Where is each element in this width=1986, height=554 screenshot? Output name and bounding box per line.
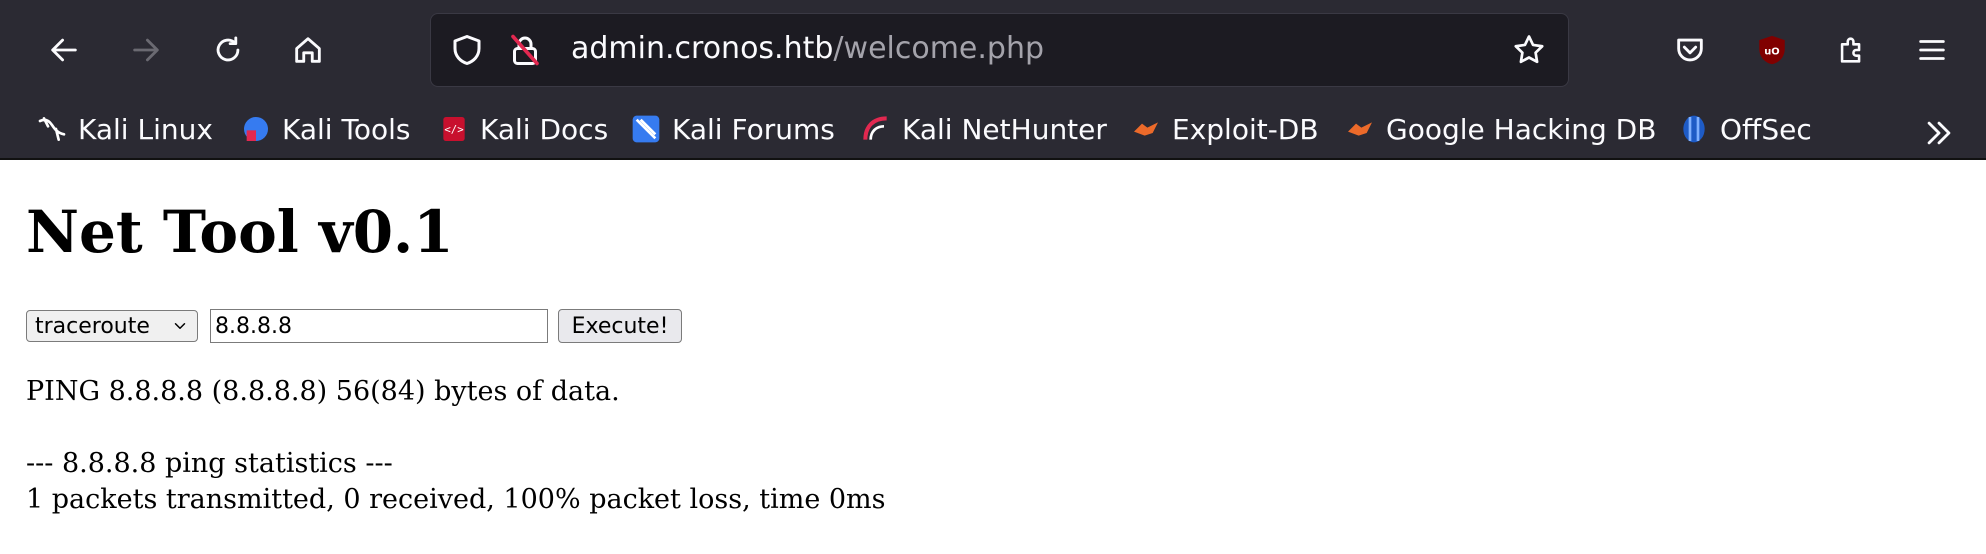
kali-forums-icon [632, 115, 660, 143]
url-path: /welcome.php [833, 31, 1045, 66]
back-button[interactable] [36, 22, 92, 78]
page-content: Net Tool v0.1 traceroute Execute! PING 8… [0, 158, 1986, 554]
bookmark-kali-docs[interactable]: </> Kali Docs [438, 108, 608, 150]
insecure-lock-icon[interactable] [507, 32, 543, 68]
command-select[interactable]: traceroute [26, 310, 198, 342]
offsec-icon [1683, 115, 1705, 143]
ublock-button[interactable]: uO [1744, 22, 1800, 78]
execute-button[interactable]: Execute! [558, 309, 682, 343]
url-host: admin.cronos.htb [571, 31, 834, 66]
bookmark-kali-nethunter[interactable]: Kali NetHunter [860, 108, 1107, 150]
svg-text:uO: uO [1764, 46, 1779, 57]
bookmark-label: OffSec [1720, 112, 1812, 146]
reload-button[interactable] [200, 22, 256, 78]
output-line: --- 8.8.8.8 ping statistics --- [26, 448, 393, 479]
bookmark-label: Kali NetHunter [902, 112, 1107, 146]
bookmarks-overflow-button[interactable] [1922, 112, 1956, 154]
kali-dragon-icon [38, 117, 66, 141]
ublock-origin-icon: uO [1759, 35, 1785, 65]
forward-button[interactable] [118, 22, 174, 78]
home-button[interactable] [280, 22, 336, 78]
forward-arrow-icon [133, 38, 159, 62]
back-arrow-icon [51, 38, 77, 62]
bookmark-kali-forums[interactable]: Kali Forums [630, 108, 835, 150]
reload-icon [216, 36, 240, 62]
kali-docs-icon: </> [443, 117, 465, 141]
bookmarks-toolbar: Kali Linux Kali Tools </> Kali Docs Kali… [0, 100, 1986, 158]
output-line: PING 8.8.8.8 (8.8.8.8) 56(84) bytes of d… [26, 376, 620, 407]
bookmark-offsec[interactable]: OffSec [1678, 108, 1812, 150]
url-bar[interactable]: admin.cronos.htb/welcome.php [430, 13, 1569, 87]
svg-text:</>: </> [444, 123, 463, 136]
bookmark-label: Kali Tools [282, 112, 411, 146]
puzzle-icon [1840, 37, 1861, 63]
bookmark-google-hacking-db[interactable]: Google Hacking DB [1344, 108, 1656, 150]
chevron-down-icon [174, 323, 186, 329]
browser-chrome: admin.cronos.htb/welcome.php uO Kali Lin… [0, 0, 1986, 158]
output-line: 1 packets transmitted, 0 received, 100% … [26, 484, 886, 515]
extensions-button[interactable] [1824, 22, 1880, 78]
command-output: PING 8.8.8.8 (8.8.8.8) 56(84) bytes of d… [26, 374, 886, 518]
exploit-db-icon [1134, 122, 1158, 136]
page-title: Net Tool v0.1 [26, 198, 454, 266]
kali-nethunter-icon [863, 116, 887, 140]
url-text[interactable]: admin.cronos.htb/welcome.php [571, 31, 1044, 66]
app-menu-button[interactable] [1904, 22, 1960, 78]
browser-toolbar: admin.cronos.htb/welcome.php uO [0, 0, 1986, 100]
hamburger-menu-icon [1919, 40, 1945, 60]
pocket-button[interactable] [1662, 22, 1718, 78]
host-input[interactable] [210, 309, 548, 343]
bookmark-label: Kali Docs [480, 112, 609, 146]
bookmark-label: Exploit-DB [1172, 112, 1319, 146]
command-select-value: traceroute [35, 313, 150, 339]
net-tool-form: traceroute Execute! [26, 308, 682, 344]
bookmark-kali-linux[interactable]: Kali Linux [36, 108, 213, 150]
home-icon [295, 37, 321, 63]
bookmark-label: Google Hacking DB [1386, 112, 1657, 146]
kali-tools-icon [244, 117, 268, 141]
bookmark-kali-tools[interactable]: Kali Tools [240, 108, 410, 150]
shield-icon[interactable] [449, 32, 485, 68]
double-chevron-right-icon [1927, 121, 1951, 145]
bookmark-label: Kali Forums [672, 112, 835, 146]
bookmark-star-icon[interactable] [1511, 32, 1547, 68]
pocket-icon [1677, 38, 1703, 62]
bookmark-label: Kali Linux [78, 112, 213, 146]
ghdb-icon [1348, 122, 1372, 136]
bookmark-exploit-db[interactable]: Exploit-DB [1130, 108, 1319, 150]
